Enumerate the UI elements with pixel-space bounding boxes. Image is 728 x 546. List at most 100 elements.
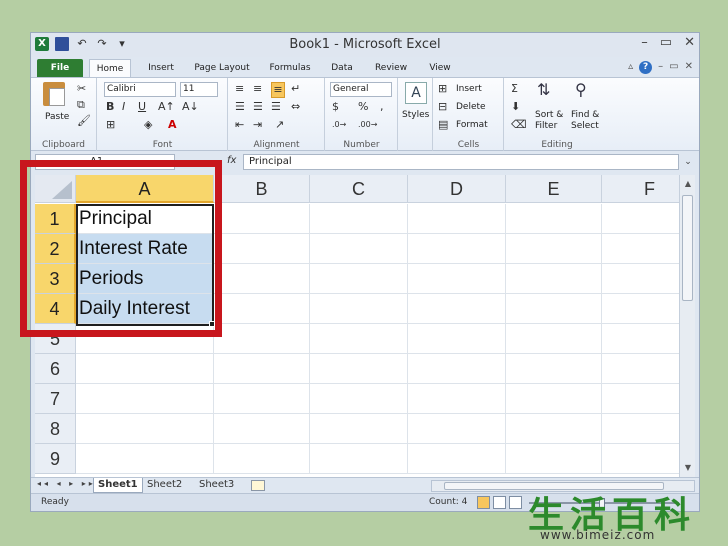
empty-cell[interactable] [214, 234, 310, 264]
column-header-c[interactable]: C [310, 175, 408, 203]
row-header-8[interactable]: 8 [35, 414, 76, 444]
cell-a1[interactable]: Principal [76, 204, 214, 234]
empty-cell[interactable] [602, 414, 679, 444]
empty-cell[interactable] [506, 384, 602, 414]
paste-icon[interactable] [43, 82, 65, 106]
empty-cell[interactable] [408, 384, 506, 414]
empty-cell[interactable] [76, 354, 214, 384]
underline-button[interactable]: U [138, 100, 146, 114]
column-header-a[interactable]: A [76, 175, 214, 203]
tab-formulas[interactable]: Formulas [267, 59, 313, 77]
minimize-button[interactable]: – [641, 35, 648, 50]
sheet-tab-sheet2[interactable]: Sheet2 [143, 478, 186, 493]
empty-cell[interactable] [506, 354, 602, 384]
column-header-b[interactable]: B [214, 175, 310, 203]
empty-cell[interactable] [602, 234, 679, 264]
format-cells-icon[interactable]: ▤ [438, 118, 448, 132]
fill-color-icon[interactable]: ◈ [144, 118, 152, 132]
empty-cell[interactable] [76, 384, 214, 414]
empty-cell[interactable] [408, 234, 506, 264]
find-select-label-1[interactable]: Find & [571, 110, 599, 120]
expand-formula-bar-icon[interactable]: ⌄ [681, 154, 695, 170]
empty-cell[interactable] [310, 294, 408, 324]
empty-cell[interactable] [506, 204, 602, 234]
empty-cell[interactable] [602, 264, 679, 294]
tab-file[interactable]: File [37, 59, 83, 77]
number-format-combo[interactable]: General [330, 82, 392, 97]
empty-cell[interactable] [408, 354, 506, 384]
row-header-6[interactable]: 6 [35, 354, 76, 384]
align-right-icon[interactable]: ☰ [271, 100, 281, 114]
sort-filter-icon[interactable]: ⇅ [537, 80, 550, 99]
clear-icon[interactable]: ⌫ [511, 118, 527, 132]
empty-cell[interactable] [602, 354, 679, 384]
workbook-restore-icon[interactable]: ▭ [669, 61, 678, 74]
sheet-tab-sheet3[interactable]: Sheet3 [195, 478, 238, 493]
insert-cells-button[interactable]: Insert [456, 84, 482, 94]
empty-cell[interactable] [408, 324, 506, 354]
empty-cell[interactable] [76, 444, 214, 474]
align-middle-icon[interactable]: ≡ [253, 82, 262, 96]
scroll-down-icon[interactable]: ▼ [680, 461, 696, 475]
fill-handle[interactable] [209, 321, 215, 327]
styles-button[interactable]: Styles [402, 110, 429, 120]
tab-home[interactable]: Home [89, 59, 131, 77]
tab-review[interactable]: Review [371, 59, 411, 77]
tab-insert[interactable]: Insert [143, 59, 179, 77]
cut-icon[interactable]: ✂ [77, 82, 86, 96]
font-name-combo[interactable]: Calibri [104, 82, 176, 97]
format-painter-icon[interactable]: 🖌 [77, 114, 91, 128]
empty-cell[interactable] [506, 264, 602, 294]
orientation-icon[interactable]: ↗ [275, 118, 284, 132]
percent-button[interactable]: % [358, 100, 368, 114]
empty-cell[interactable] [408, 294, 506, 324]
wrap-text-icon[interactable]: ↵ [291, 82, 300, 96]
comma-button[interactable]: , [380, 100, 384, 114]
column-header-f[interactable]: F [602, 175, 679, 203]
empty-cell[interactable] [76, 414, 214, 444]
empty-cell[interactable] [602, 204, 679, 234]
delete-cells-icon[interactable]: ⊟ [438, 100, 447, 114]
autosum-button[interactable]: Σ [511, 82, 518, 96]
fill-icon[interactable]: ⬇ [511, 100, 520, 114]
empty-cell[interactable] [408, 264, 506, 294]
empty-cell[interactable] [214, 294, 310, 324]
name-box[interactable]: A1 [35, 154, 175, 170]
empty-cell[interactable] [602, 324, 679, 354]
empty-cell[interactable] [506, 324, 602, 354]
row-header-3[interactable]: 3 [35, 264, 76, 294]
empty-cell[interactable] [506, 444, 602, 474]
tab-page-layout[interactable]: Page Layout [191, 59, 253, 77]
tab-data[interactable]: Data [327, 59, 357, 77]
empty-cell[interactable] [602, 384, 679, 414]
shrink-font-icon[interactable]: A↓ [182, 100, 199, 114]
row-header-5[interactable]: 5 [35, 324, 76, 354]
empty-cell[interactable] [506, 294, 602, 324]
vertical-scroll-thumb[interactable] [682, 195, 693, 301]
format-cells-button[interactable]: Format [456, 120, 488, 130]
increase-indent-icon[interactable]: ⇥ [253, 118, 262, 132]
empty-cell[interactable] [214, 204, 310, 234]
column-header-d[interactable]: D [408, 175, 506, 203]
increase-decimal-icon[interactable]: .0→ [332, 118, 346, 132]
empty-cell[interactable] [310, 384, 408, 414]
sort-filter-label-2[interactable]: Filter [535, 121, 557, 131]
page-layout-view-button[interactable] [493, 496, 506, 509]
select-all-button[interactable] [35, 175, 76, 203]
empty-cell[interactable] [408, 444, 506, 474]
currency-button[interactable]: $ [332, 100, 339, 114]
row-header-2[interactable]: 2 [35, 234, 76, 264]
binoculars-icon[interactable]: ⚲ [575, 80, 587, 99]
font-size-combo[interactable]: 11 [180, 82, 218, 97]
column-header-e[interactable]: E [506, 175, 602, 203]
empty-cell[interactable] [602, 444, 679, 474]
help-icon[interactable]: ? [639, 61, 653, 74]
maximize-button[interactable]: ▭ [660, 35, 672, 50]
sheet-nav-buttons[interactable]: ◂◂ ◂ ▸ ▸▸ [37, 479, 96, 488]
empty-cell[interactable] [310, 324, 408, 354]
normal-view-button[interactable] [477, 496, 490, 509]
empty-cell[interactable] [310, 264, 408, 294]
row-header-7[interactable]: 7 [35, 384, 76, 414]
empty-cell[interactable] [310, 414, 408, 444]
row-header-9[interactable]: 9 [35, 444, 76, 474]
